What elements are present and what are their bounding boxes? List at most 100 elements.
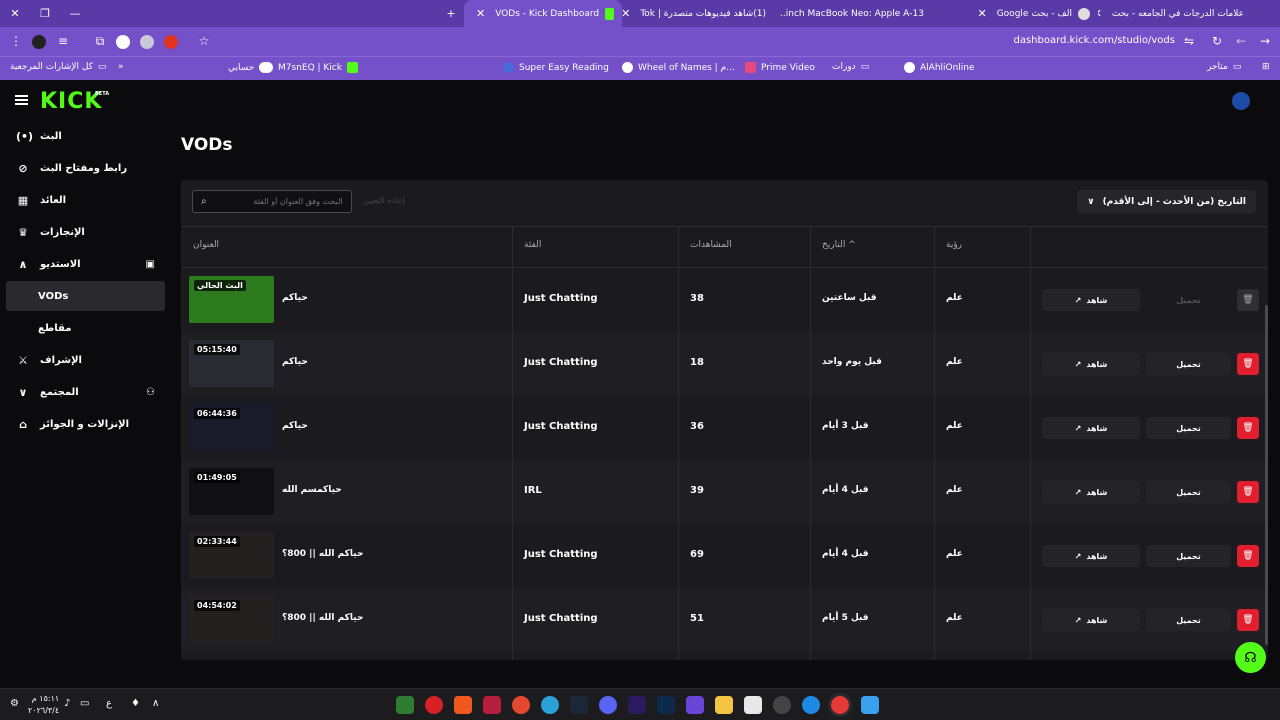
reset-button[interactable]: إعادة التعيين	[363, 196, 405, 205]
windows-start-icon[interactable]	[861, 696, 879, 714]
user-avatar[interactable]	[1232, 92, 1250, 110]
bookmarks-overflow-icon[interactable]: »	[118, 62, 124, 72]
settings-icon[interactable]: ⚙	[10, 698, 19, 709]
extension-icon[interactable]	[140, 35, 154, 49]
sidebar-item-stream-key[interactable]: ⊘ رابط ومفتاح البث	[6, 153, 165, 183]
language-icon[interactable]: ع	[106, 698, 112, 709]
bookmark-wheel-of-names[interactable]: Wheel of Names | م...	[622, 62, 735, 73]
forward-icon[interactable]: ←	[1233, 33, 1249, 49]
download-button[interactable]: تحميل	[1146, 545, 1231, 567]
extension-icon[interactable]	[32, 35, 46, 49]
sidebar-item-achievements[interactable]: ♛ الإنجازات	[6, 217, 165, 247]
playlist-icon[interactable]: ≡	[55, 33, 71, 49]
kick-logo[interactable]: KICK	[40, 89, 102, 114]
store-icon[interactable]	[744, 696, 762, 714]
sidebar-item-revenue[interactable]: ▦ العائد	[6, 185, 165, 215]
app-icon[interactable]	[773, 696, 791, 714]
bookmark-all[interactable]: كل الإشارات المرجعية ▭	[10, 62, 106, 72]
delete-button[interactable]: 🗑	[1237, 353, 1259, 375]
bookmark-apps-icon[interactable]: ⊞	[1262, 62, 1270, 72]
back-icon[interactable]: →	[1257, 33, 1273, 49]
discord-icon[interactable]	[599, 696, 617, 714]
url-field[interactable]: dashboard.kick.com/studio/vods	[1013, 35, 1175, 46]
download-button[interactable]: تحميل	[1146, 417, 1231, 439]
watch-button[interactable]: ↗ شاهد	[1042, 417, 1140, 439]
vod-thumbnail[interactable]: 04:54:02	[189, 596, 274, 643]
watch-button[interactable]: ↗ شاهد	[1042, 609, 1140, 631]
column-views[interactable]: المشاهدات	[690, 240, 732, 250]
network-icon[interactable]: ▭	[80, 698, 89, 709]
delete-button[interactable]: 🗑	[1237, 609, 1259, 631]
close-tab-icon[interactable]: ✕	[1098, 7, 1102, 20]
table-scrollbar[interactable]	[1265, 305, 1268, 645]
extension-icon[interactable]	[116, 35, 130, 49]
app-icon[interactable]	[483, 696, 501, 714]
sidebar-item-vods[interactable]: VODs	[6, 281, 165, 311]
delete-button[interactable]: 🗑	[1237, 417, 1259, 439]
sidebar-item-drops[interactable]: ⌂ الإنزالات و الجوائز	[6, 409, 165, 439]
vod-thumbnail[interactable]: البث الحالي	[189, 276, 274, 323]
minimize-window-button[interactable]: —	[60, 0, 90, 27]
search-input[interactable]	[212, 197, 343, 206]
edge-icon[interactable]	[802, 696, 820, 714]
column-date[interactable]: التاريخ ^	[822, 240, 856, 250]
sidebar-item-studio[interactable]: ∧ الاستديو ▣	[6, 249, 165, 279]
hamburger-menu-icon[interactable]	[15, 95, 28, 105]
close-window-button[interactable]: ✕	[0, 0, 30, 27]
column-title[interactable]: العنوان	[193, 240, 219, 250]
download-button[interactable]: تحميل	[1146, 289, 1231, 311]
vod-thumbnail[interactable]: 06:44:36	[189, 404, 274, 451]
bookmark-alahli[interactable]: AlAhliOnline	[904, 62, 975, 73]
support-chat-button[interactable]: ☊	[1235, 642, 1266, 673]
close-tab-icon[interactable]: ✕	[476, 7, 485, 20]
telegram-icon[interactable]	[541, 696, 559, 714]
sidebar-item-clips[interactable]: مقاطع	[6, 313, 165, 343]
bookmark-prime-video[interactable]: Prime Video	[745, 62, 815, 73]
tab-google-search[interactable]: الف - بحث Google ✕	[938, 0, 1098, 27]
reload-icon[interactable]: ↻	[1209, 33, 1225, 49]
brave-icon[interactable]	[454, 696, 472, 714]
close-tab-icon[interactable]: ✕	[977, 7, 986, 20]
restore-window-button[interactable]: ❐	[30, 0, 60, 27]
sidebar-item-moderation[interactable]: ⚔ الإشراف	[6, 345, 165, 375]
site-settings-icon[interactable]: ⇋	[1181, 33, 1197, 49]
bookmark-stores[interactable]: متاجر ▭	[1207, 62, 1241, 72]
watch-button[interactable]: ↗ شاهد	[1042, 289, 1140, 311]
puzzle-icon[interactable]: ⧉	[92, 33, 108, 49]
sidebar-item-stream[interactable]: (•) البث	[6, 121, 165, 151]
system-clock[interactable]: ١٥:١١ م ٢٠٢٦/٣/٤	[28, 693, 59, 717]
tab-kick-dashboard[interactable]: VODs - Kick Dashboard ✕	[464, 0, 622, 27]
new-tab-button[interactable]: +	[436, 0, 466, 27]
vod-thumbnail[interactable]: 01:49:05	[189, 468, 274, 515]
tab-google-search-2[interactable]: علامات الدرجات في الجامعه - بحث ✕	[1098, 0, 1258, 27]
tab-tiktok[interactable]: (1)شاهد فيديوهات متصدرة | Tok ✕	[622, 0, 780, 27]
download-button[interactable]: تحميل	[1146, 353, 1231, 375]
watch-button[interactable]: ↗ شاهد	[1042, 353, 1140, 375]
bookmark-kick[interactable]: M7snEQ | Kick	[262, 62, 358, 73]
file-explorer-icon[interactable]	[715, 696, 733, 714]
bookmark-courses[interactable]: دورات ▭	[832, 62, 869, 72]
premiere-icon[interactable]	[628, 696, 646, 714]
menu-dots-icon[interactable]: ⋮	[8, 33, 24, 49]
app-icon[interactable]	[512, 696, 530, 714]
delete-button[interactable]: 🗑	[1237, 481, 1259, 503]
vod-thumbnail[interactable]: 02:33:44	[189, 532, 274, 579]
tray-overflow-icon[interactable]: ∧	[152, 698, 159, 709]
delete-button[interactable]: 🗑	[1237, 545, 1259, 567]
youtube-extension-icon[interactable]	[164, 35, 178, 49]
column-category[interactable]: الفئة	[524, 240, 541, 250]
star-icon[interactable]: ☆	[196, 33, 212, 49]
opera-icon[interactable]	[425, 696, 443, 714]
sidebar-item-community[interactable]: ∨ المجتمع ⚇	[6, 377, 165, 407]
sort-dropdown[interactable]: ∨ التاريخ (من الأحدث - إلى الأقدم)	[1077, 190, 1256, 213]
bookmark-super-easy-reading[interactable]: Super Easy Reading	[503, 62, 609, 73]
vod-thumbnail[interactable]: 05:15:40	[189, 340, 274, 387]
download-button[interactable]: تحميل	[1146, 481, 1231, 503]
volume-icon[interactable]: ♪	[64, 698, 70, 709]
tab-apple[interactable]: 13-inch MacBook Neo: Apple A... ✕	[780, 0, 938, 27]
steam-icon[interactable]	[570, 696, 588, 714]
close-tab-icon[interactable]: ✕	[622, 7, 630, 20]
search-box[interactable]: ⌕	[192, 190, 352, 213]
column-visibility[interactable]: رؤية	[946, 240, 962, 250]
watch-button[interactable]: ↗ شاهد	[1042, 481, 1140, 503]
